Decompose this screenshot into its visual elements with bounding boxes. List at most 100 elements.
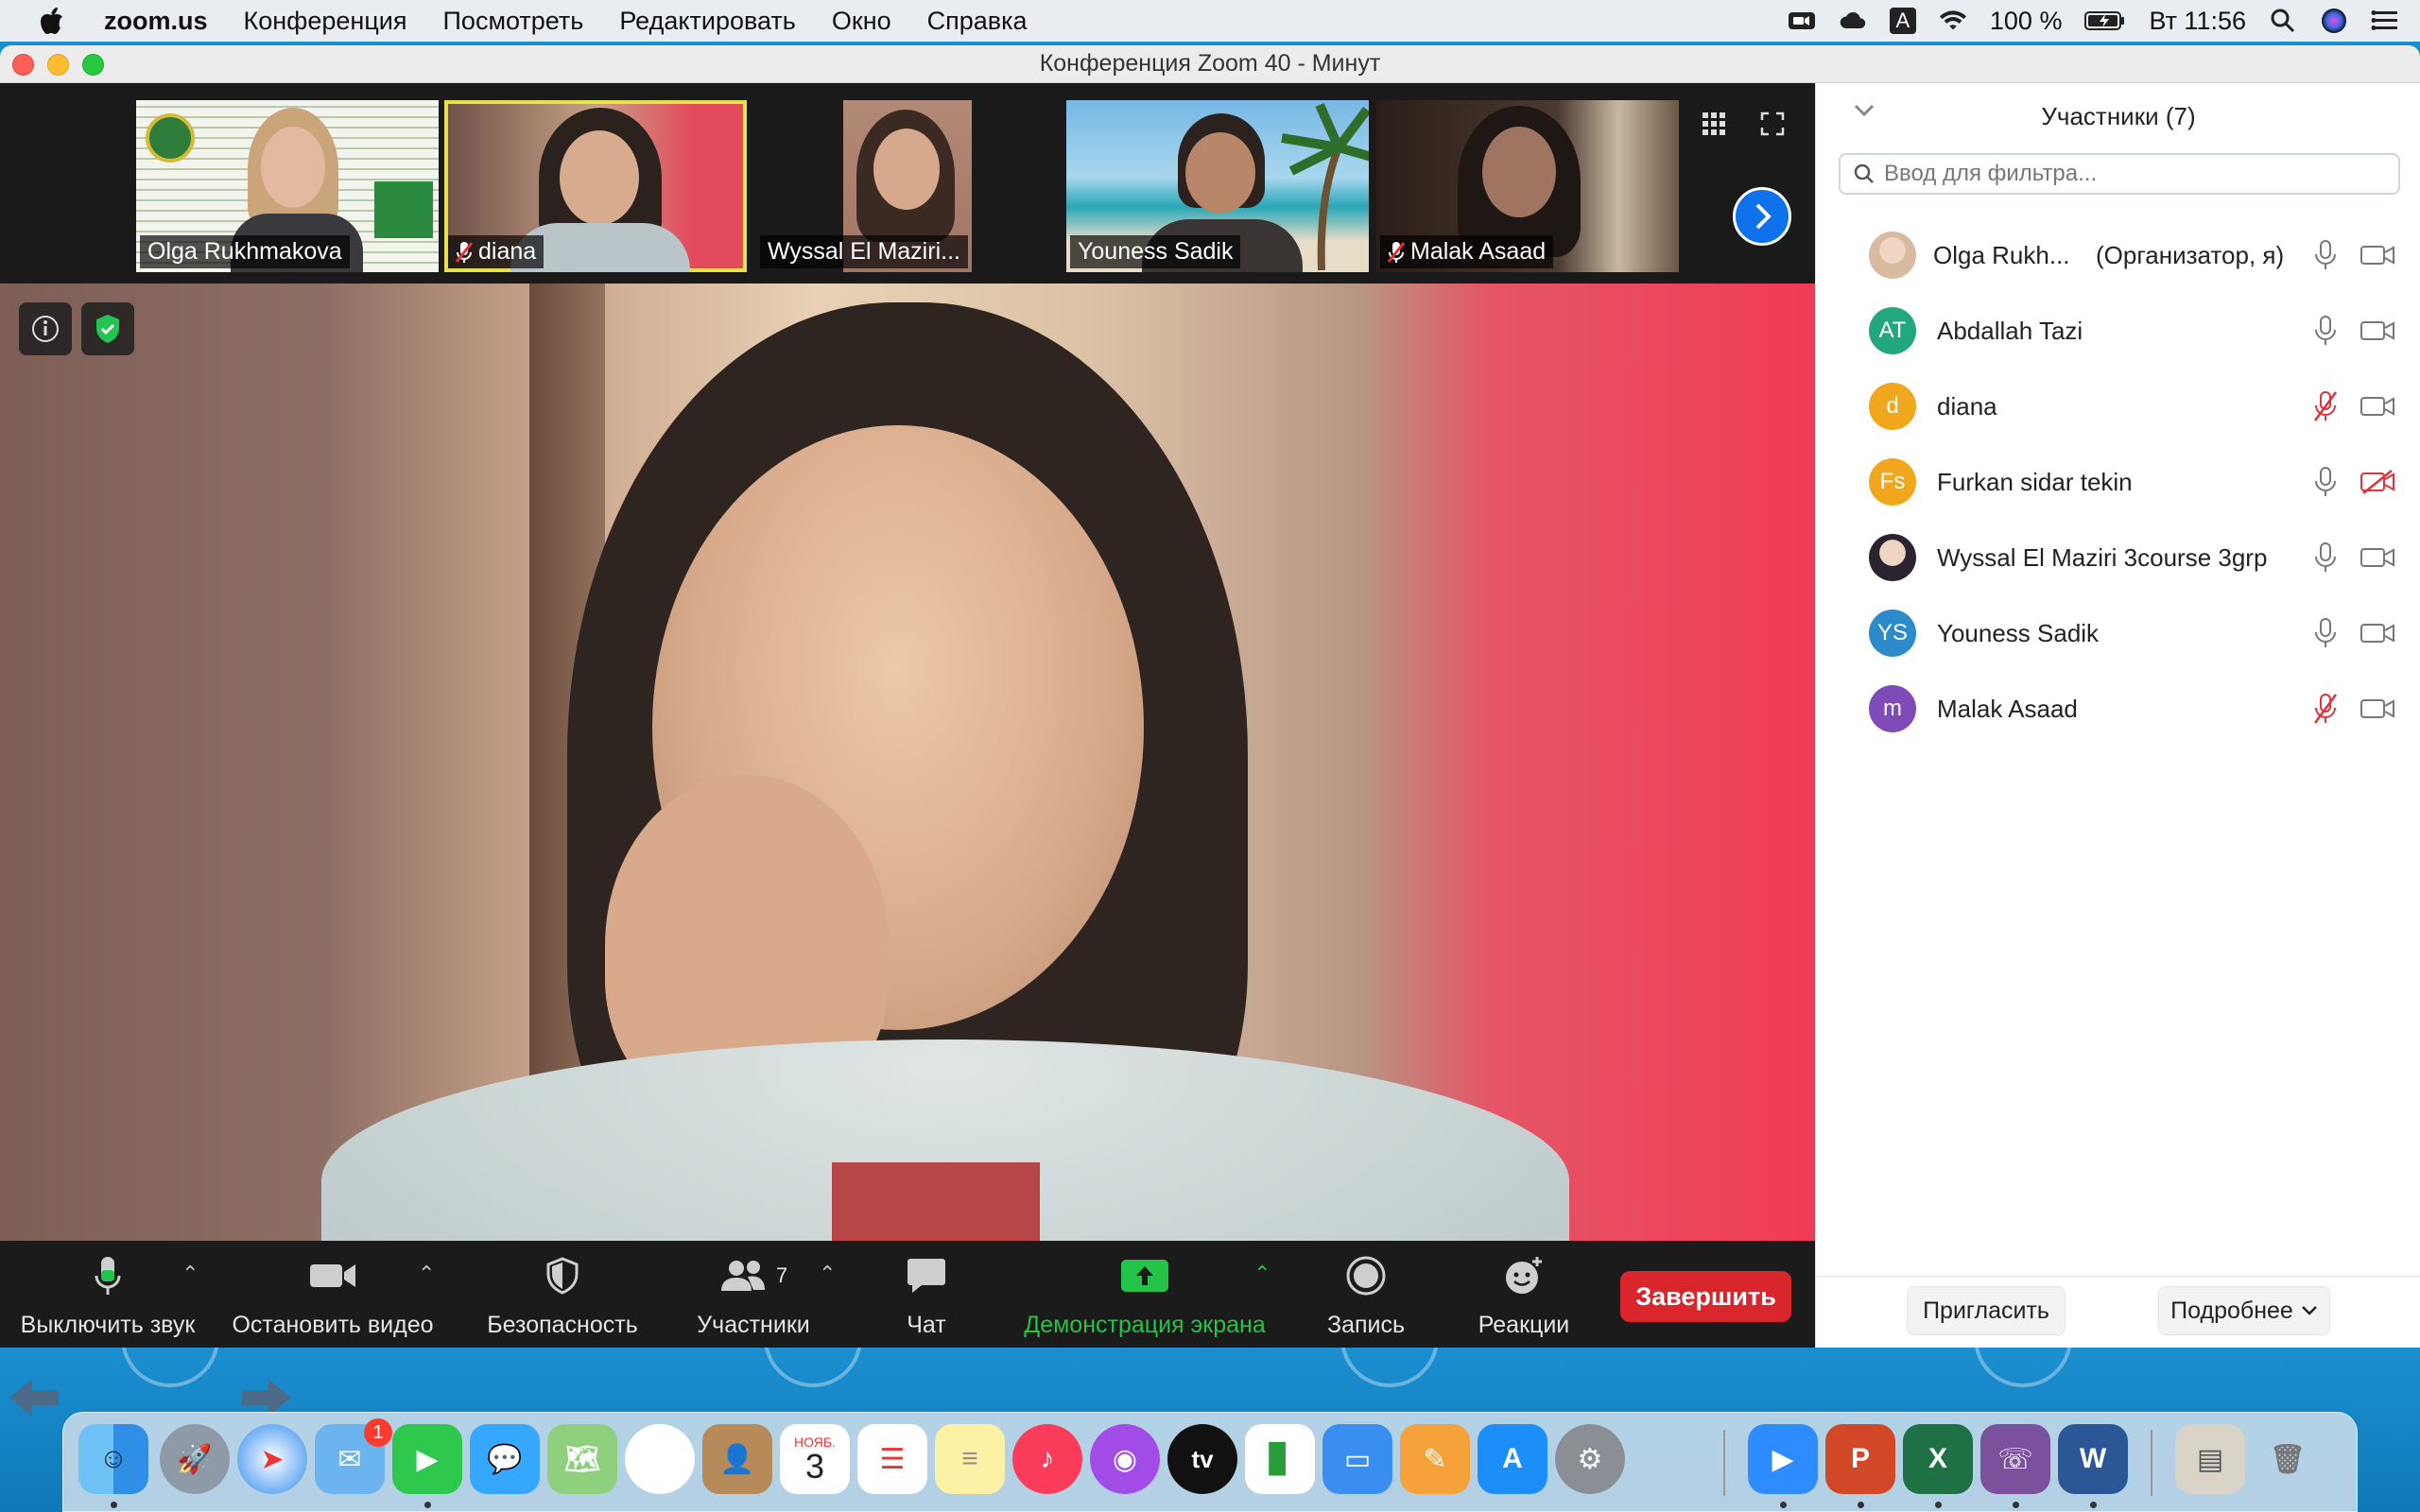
participant-row[interactable]: Fs Furkan sidar tekin — [1816, 444, 2420, 520]
share-screen-button[interactable]: Демонстрация экрана — [1017, 1254, 1272, 1339]
dock-messages-icon[interactable]: 💬 — [470, 1424, 540, 1494]
battery-percent: 100 % — [1989, 6, 2063, 35]
window-fullscreen-button[interactable] — [82, 54, 104, 76]
control-center-icon[interactable] — [2371, 7, 2399, 35]
participant-filter[interactable] — [1839, 153, 2400, 195]
chat-button[interactable]: Чат — [879, 1254, 974, 1339]
input-source-icon[interactable]: A — [1889, 8, 1916, 34]
zoom-meeting-window: Конференция Zoom 40 - Минут Olga Rukhmak… — [0, 45, 2420, 1348]
security-button[interactable]: Безопасность — [482, 1254, 643, 1339]
dock-notes-icon[interactable]: ≡ — [935, 1424, 1005, 1494]
dock-app-store-icon[interactable]: A — [1478, 1424, 1547, 1494]
participant-row[interactable]: YS Youness Sadik — [1816, 595, 2420, 671]
invite-button[interactable]: Пригласить — [1907, 1286, 2066, 1335]
fullscreen-icon[interactable] — [1760, 112, 1785, 141]
window-close-button[interactable] — [12, 54, 34, 76]
mute-button[interactable]: Выключить звук — [13, 1254, 202, 1339]
dock-calendar-icon[interactable]: НОЯБ. 3 — [780, 1424, 850, 1494]
dock-zoom-icon[interactable]: ▶ — [1748, 1424, 1818, 1494]
video-tile[interactable]: Malak Asaad — [1376, 100, 1679, 272]
participant-name: diana — [1937, 391, 1997, 421]
dock-photos-icon[interactable]: ✿ — [625, 1424, 695, 1494]
stop-video-button[interactable]: Остановить видео — [229, 1254, 437, 1339]
video-off-icon[interactable] — [2359, 466, 2396, 498]
video-options-caret[interactable]: ⌃ — [418, 1262, 435, 1286]
encryption-button[interactable] — [81, 302, 134, 355]
audio-options-caret[interactable]: ⌃ — [182, 1262, 199, 1286]
filter-input[interactable] — [1884, 161, 2376, 187]
window-minimize-button[interactable] — [47, 54, 69, 76]
participant-row[interactable]: AT Abdallah Tazi — [1816, 293, 2420, 369]
dock-reminders-icon[interactable]: ☰ — [857, 1424, 927, 1494]
video-camera-icon[interactable] — [2359, 315, 2396, 347]
dock-facetime-icon[interactable]: ▶ — [392, 1424, 462, 1494]
spotlight-search-icon[interactable] — [2269, 7, 2297, 35]
participants-button[interactable]: 7 Участники — [683, 1254, 824, 1339]
microphone-icon[interactable] — [2311, 541, 2340, 574]
menu-edit[interactable]: Редактировать — [619, 7, 796, 36]
dock-tv-icon[interactable]: tv — [1167, 1424, 1237, 1494]
record-button[interactable]: Запись — [1314, 1254, 1418, 1339]
chat-label: Чат — [907, 1312, 946, 1338]
menu-help[interactable]: Справка — [927, 7, 1028, 36]
dock-launchpad-icon[interactable]: 🚀 — [160, 1424, 230, 1494]
dock-finder-icon[interactable]: ☺ — [78, 1424, 148, 1494]
dock-keynote-icon[interactable]: ▭ — [1322, 1424, 1392, 1494]
participants-label: Участники — [697, 1312, 810, 1338]
apple-menu-icon[interactable] — [0, 7, 104, 35]
invite-label: Пригласить — [1923, 1297, 2049, 1324]
dock-powerpoint-icon[interactable]: P — [1825, 1424, 1895, 1494]
dock-contacts-icon[interactable]: 👤 — [702, 1424, 772, 1494]
dock-word-icon[interactable]: W — [2058, 1424, 2128, 1494]
participants-options-caret[interactable]: ⌃ — [819, 1262, 836, 1286]
icloud-icon[interactable] — [1839, 7, 1867, 35]
video-camera-icon[interactable] — [2359, 390, 2396, 422]
dock-system-preferences-icon[interactable]: ⚙ — [1555, 1424, 1625, 1494]
battery-icon[interactable] — [2084, 7, 2126, 35]
participant-row[interactable]: m Malak Asaad — [1816, 671, 2420, 747]
dock-viber-icon[interactable]: ☏ — [1980, 1424, 2050, 1494]
microphone-icon[interactable] — [2311, 315, 2340, 347]
wifi-icon[interactable] — [1939, 7, 1967, 35]
dock-pages-icon[interactable]: ✎ — [1400, 1424, 1470, 1494]
dock-music-icon[interactable]: ♪ — [1012, 1424, 1082, 1494]
meeting-info-button[interactable] — [19, 302, 72, 355]
gallery-view-icon[interactable] — [1702, 112, 1726, 141]
dock-numbers-icon[interactable]: ▊ — [1245, 1424, 1315, 1494]
video-camera-icon[interactable] — [2359, 617, 2396, 649]
dock-trash-icon[interactable]: 🗑 — [2253, 1424, 2323, 1494]
muted-mic-icon[interactable] — [2311, 693, 2340, 725]
microphone-icon[interactable] — [2311, 466, 2340, 498]
siri-icon[interactable] — [2320, 7, 2348, 35]
video-tile-active-speaker[interactable]: diana — [444, 100, 747, 272]
next-page-button[interactable] — [1733, 187, 1791, 246]
dock-excel-icon[interactable]: X — [1903, 1424, 1973, 1494]
dock-maps-icon[interactable]: 🗺 — [547, 1424, 617, 1494]
video-tile[interactable]: Wyssal El Maziri... — [756, 100, 1059, 272]
participant-row[interactable]: Olga Rukh... (Организатор, я) — [1816, 217, 2420, 293]
video-camera-icon[interactable] — [2359, 693, 2396, 725]
participant-row[interactable]: d diana — [1816, 369, 2420, 444]
video-tile[interactable]: Youness Sadik — [1066, 100, 1369, 272]
reactions-button[interactable]: Реакции — [1467, 1254, 1581, 1339]
menu-clock[interactable]: Вт 11:56 — [2149, 7, 2246, 36]
share-options-caret[interactable]: ⌃ — [1253, 1262, 1270, 1286]
menu-app-name[interactable]: zoom.us — [104, 7, 208, 36]
menu-view[interactable]: Посмотреть — [443, 7, 584, 36]
participant-row[interactable]: Wyssal El Maziri 3course 3grp — [1816, 520, 2420, 595]
muted-mic-icon[interactable] — [2311, 390, 2340, 422]
dock-safari-icon[interactable]: ➤ — [237, 1424, 307, 1494]
chevron-down-icon — [2301, 1306, 2317, 1315]
more-button[interactable]: Подробнее — [2158, 1286, 2330, 1335]
end-meeting-button[interactable]: Завершить — [1620, 1271, 1791, 1322]
video-tile[interactable]: Olga Rukhmakova — [136, 100, 439, 272]
video-camera-icon[interactable] — [2359, 239, 2396, 271]
zoom-status-icon[interactable] — [1788, 7, 1816, 35]
video-camera-icon[interactable] — [2359, 541, 2396, 574]
microphone-icon[interactable] — [2311, 239, 2340, 271]
menu-window[interactable]: Окно — [832, 7, 891, 36]
menu-conference[interactable]: Конференция — [244, 7, 407, 36]
microphone-icon[interactable] — [2311, 617, 2340, 649]
dock-downloads-stack-icon[interactable]: ▤ — [2175, 1424, 2245, 1494]
dock-podcasts-icon[interactable]: ◉ — [1090, 1424, 1160, 1494]
